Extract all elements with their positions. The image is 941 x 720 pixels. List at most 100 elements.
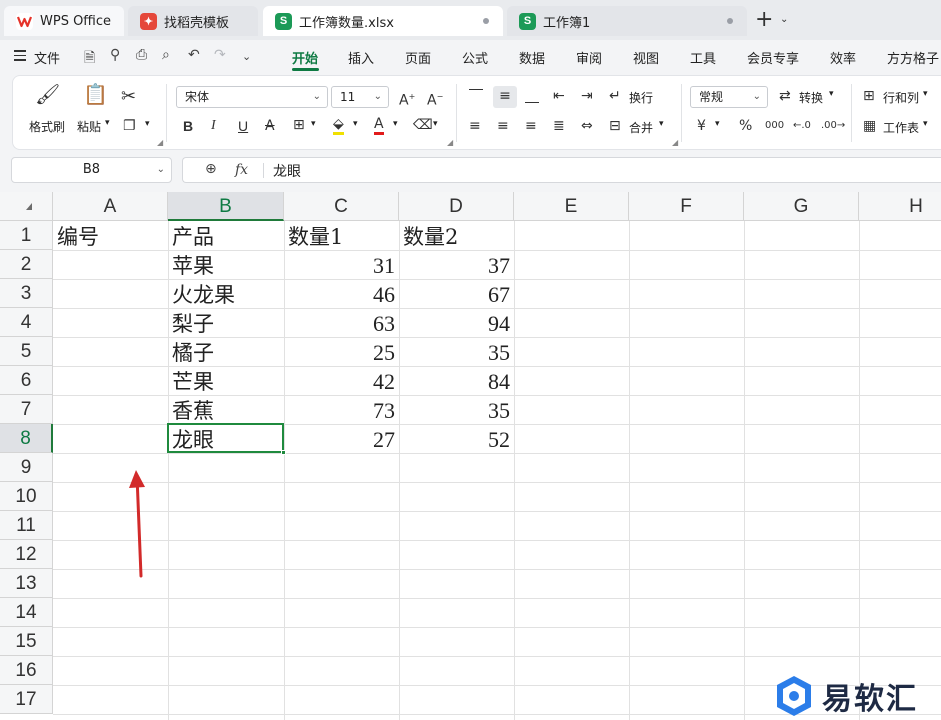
decrease-indent-icon[interactable]: ⇤ <box>553 88 565 104</box>
cell-c6[interactable]: 42 <box>285 367 399 396</box>
chevron-down-icon[interactable]: ▾ <box>393 119 398 129</box>
row-column-button[interactable]: 行和列 <box>883 89 919 106</box>
font-size-combo[interactable]: 11 ⌄ <box>331 86 389 108</box>
menu-member[interactable]: 会员专享 <box>747 48 799 67</box>
row-header-5[interactable]: 5 <box>0 337 53 366</box>
cell-d4[interactable]: 94 <box>400 309 514 338</box>
print-icon[interactable]: ⎙ <box>136 47 147 63</box>
menu-review[interactable]: 审阅 <box>576 48 602 67</box>
zoom-search-icon[interactable]: ⊕ <box>205 161 217 177</box>
group-expander-icon[interactable]: ◢ <box>672 138 678 147</box>
row-header-12[interactable]: 12 <box>0 540 53 569</box>
paste-clipboard-icon[interactable]: 📋 <box>83 84 108 104</box>
cell-d7[interactable]: 35 <box>400 396 514 425</box>
chevron-down-icon[interactable]: ▾ <box>353 119 358 129</box>
cell-d8[interactable]: 52 <box>400 425 514 454</box>
save-icon[interactable]: 🗎 <box>84 47 95 71</box>
chevron-down-icon[interactable]: ⌄ <box>242 50 251 63</box>
chevron-down-icon[interactable]: ▾ <box>659 119 664 129</box>
cell-b1[interactable]: 产品 <box>169 222 284 251</box>
tab-wps-office[interactable]: WPS Office <box>4 6 124 36</box>
cell-c2[interactable]: 31 <box>285 251 399 280</box>
chevron-down-icon[interactable]: ▾ <box>105 118 110 128</box>
number-format-combo[interactable]: 常规 ⌄ <box>690 86 768 108</box>
print-preview-icon[interactable]: ⌕ <box>162 47 170 63</box>
tab-daoke-templates[interactable]: ✦ 找稻壳模板 <box>128 6 258 36</box>
new-tab-plus-icon[interactable]: + <box>755 9 773 31</box>
col-header-g[interactable]: G <box>744 192 859 221</box>
merge-button[interactable]: 合并 <box>629 119 653 136</box>
formula-input[interactable]: 龙眼 <box>273 161 301 181</box>
underline-button[interactable]: U <box>238 118 248 134</box>
percent-button[interactable]: % <box>739 118 752 134</box>
spreadsheet-grid[interactable]: A B C D E F G H 1 2 3 4 5 6 7 8 9 10 11 … <box>0 192 941 720</box>
copy-icon[interactable]: ❐ <box>123 118 136 134</box>
wrap-text-button[interactable]: 换行 <box>629 89 653 106</box>
merge-cells-icon[interactable]: ⊟ <box>609 118 621 134</box>
fill-handle[interactable] <box>281 450 286 455</box>
unsaved-dot-icon[interactable] <box>483 18 489 24</box>
cell-b6[interactable]: 芒果 <box>169 367 284 396</box>
chevron-down-icon[interactable]: ▾ <box>923 89 928 99</box>
currency-yen-icon[interactable]: ¥ <box>697 118 706 134</box>
chevron-down-icon[interactable]: ▾ <box>715 119 720 129</box>
menu-view[interactable]: 视图 <box>633 48 659 67</box>
cell-c3[interactable]: 46 <box>285 280 399 309</box>
align-right-icon[interactable]: ≡ <box>525 118 537 134</box>
row-header-16[interactable]: 16 <box>0 656 53 685</box>
row-header-2[interactable]: 2 <box>0 250 53 279</box>
cell-a1[interactable]: 编号 <box>54 222 168 251</box>
bold-button[interactable]: B <box>183 118 193 134</box>
increase-font-icon[interactable]: A+ <box>399 89 415 109</box>
menu-page[interactable]: 页面 <box>405 48 431 67</box>
cell-c5[interactable]: 25 <box>285 338 399 367</box>
cell-d1[interactable]: 数量2 <box>400 222 514 251</box>
menu-insert[interactable]: 插入 <box>348 48 374 67</box>
col-header-b[interactable]: B <box>168 192 284 221</box>
cut-scissors-icon[interactable]: ✂ <box>121 88 136 106</box>
cell-b7[interactable]: 香蕉 <box>169 396 284 425</box>
col-header-f[interactable]: F <box>629 192 744 221</box>
border-icon[interactable]: ⊞ <box>293 117 305 133</box>
undo-icon[interactable]: ↶ <box>188 47 200 63</box>
row-header-17[interactable]: 17 <box>0 685 53 714</box>
tab-workbook-active[interactable]: S 工作簿数量.xlsx <box>263 6 503 36</box>
share-icon[interactable]: ⚲ <box>110 47 120 63</box>
name-box[interactable]: B8 ⌄ <box>11 157 172 183</box>
increase-indent-icon[interactable]: ⇥ <box>581 88 593 104</box>
select-all-corner[interactable] <box>0 192 53 221</box>
menu-file[interactable]: 文件 <box>34 48 60 67</box>
chevron-down-icon[interactable]: ▾ <box>433 119 438 129</box>
cell-d5[interactable]: 35 <box>400 338 514 367</box>
row-header-6[interactable]: 6 <box>0 366 53 395</box>
format-painter-button[interactable]: 格式刷 <box>29 118 65 135</box>
convert-icon[interactable]: ⇄ <box>779 88 791 104</box>
font-color-icon[interactable]: A <box>374 116 384 135</box>
align-center-icon[interactable]: ≡ <box>497 118 509 134</box>
row-header-8[interactable]: 8 <box>0 424 53 453</box>
align-bottom-icon[interactable]: ⎽ <box>525 88 539 104</box>
cell-b4[interactable]: 梨子 <box>169 309 284 338</box>
redo-icon[interactable]: ↷ <box>214 47 226 63</box>
italic-button[interactable]: I <box>211 118 216 134</box>
chevron-down-icon[interactable]: ▾ <box>311 119 316 129</box>
align-top-icon[interactable]: ⎺ <box>469 88 483 104</box>
cell-b2[interactable]: 苹果 <box>169 251 284 280</box>
row-header-10[interactable]: 10 <box>0 482 53 511</box>
row-header-15[interactable]: 15 <box>0 627 53 656</box>
align-left-icon[interactable]: ≡ <box>469 118 481 134</box>
convert-button[interactable]: 转换 <box>799 89 823 106</box>
formula-bar[interactable]: ⊕ fx 龙眼 <box>182 157 941 183</box>
cell-c4[interactable]: 63 <box>285 309 399 338</box>
chevron-down-icon[interactable]: ▾ <box>145 119 150 129</box>
worksheet-icon[interactable]: ▦ <box>863 118 876 134</box>
menu-data[interactable]: 数据 <box>519 48 545 67</box>
col-header-h[interactable]: H <box>859 192 941 221</box>
menu-fangfang[interactable]: 方方格子 <box>887 48 939 67</box>
col-header-c[interactable]: C <box>284 192 399 221</box>
row-header-1[interactable]: 1 <box>0 221 53 250</box>
decrease-font-icon[interactable]: A− <box>427 89 443 109</box>
align-middle-icon[interactable]: ≡ <box>493 86 517 108</box>
row-header-9[interactable]: 9 <box>0 453 53 482</box>
paste-button[interactable]: 粘贴 <box>77 118 101 135</box>
